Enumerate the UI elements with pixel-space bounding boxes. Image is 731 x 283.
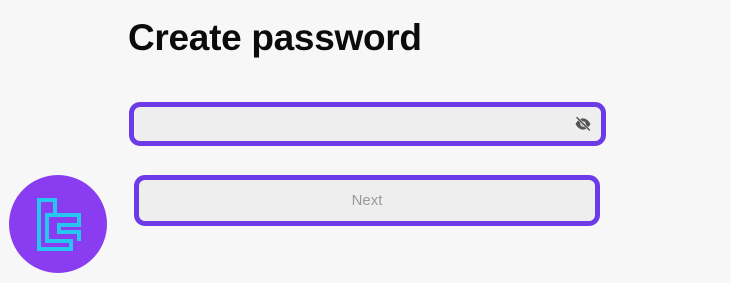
eye-off-icon-graphic: [575, 116, 591, 132]
eye-off-icon[interactable]: [573, 114, 593, 134]
password-field[interactable]: [129, 102, 606, 146]
page-title: Create password: [128, 17, 422, 58]
brand-logo-mark: [37, 198, 81, 251]
brand-logo: [9, 175, 107, 273]
password-input[interactable]: [142, 107, 562, 141]
next-button[interactable]: Next: [134, 175, 600, 226]
